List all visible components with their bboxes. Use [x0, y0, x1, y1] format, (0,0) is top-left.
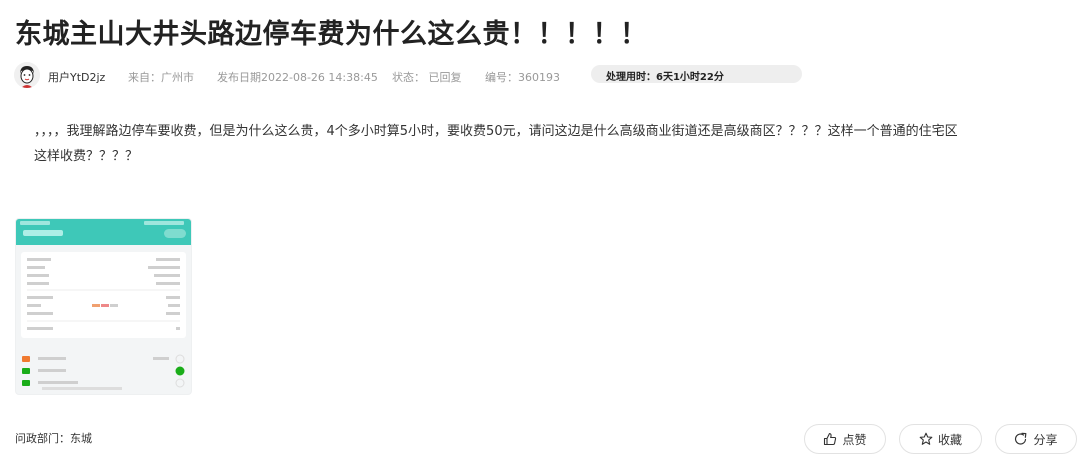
- source-city: 来自：广州市: [128, 71, 194, 84]
- avatar[interactable]: [14, 62, 40, 88]
- favorite-button[interactable]: 收藏: [899, 424, 982, 454]
- page-title: 东城主山大井头路边停车费为什么这么贵！！！！！: [15, 19, 648, 50]
- post-meta: 用户YtD2jz 来自：广州市 发布日期2022-08-26 14:38:45 …: [14, 61, 1074, 89]
- like-label: 点赞: [842, 432, 867, 447]
- favorite-label: 收藏: [937, 432, 962, 447]
- thumbs-up-icon: [824, 432, 837, 446]
- user-name[interactable]: 用户YtD2jz: [48, 69, 105, 85]
- content-line: 这样收费？？？？: [34, 149, 139, 164]
- share-icon: [1015, 432, 1027, 445]
- ticket-number: 编号：360193: [485, 71, 560, 84]
- avatar-face-icon: [14, 62, 40, 88]
- star-icon: [919, 432, 933, 445]
- like-button[interactable]: 点赞: [804, 424, 886, 454]
- processing-time-text: 处理用时：6天1小时22分: [606, 72, 724, 83]
- payment-screenshot-image: [16, 219, 191, 390]
- content-line: ，，，，我理解路边停车要收费，但是为什么这么贵，4个多小时算5小时，要收费50元…: [34, 124, 958, 139]
- attachment-image[interactable]: [15, 218, 192, 395]
- share-button[interactable]: 分享: [995, 424, 1077, 454]
- processing-time-badge: 处理用时：6天1小时22分: [591, 65, 802, 83]
- publish-date: 发布日期2022-08-26 14:38:45: [217, 71, 378, 84]
- department: 问政部门：东城: [15, 432, 92, 445]
- post-content: ，，，，我理解路边停车要收费，但是为什么这么贵，4个多小时算5小时，要收费50元…: [34, 119, 1074, 169]
- share-label: 分享: [1033, 432, 1058, 447]
- reply-status: 状态： 已回复: [392, 71, 462, 84]
